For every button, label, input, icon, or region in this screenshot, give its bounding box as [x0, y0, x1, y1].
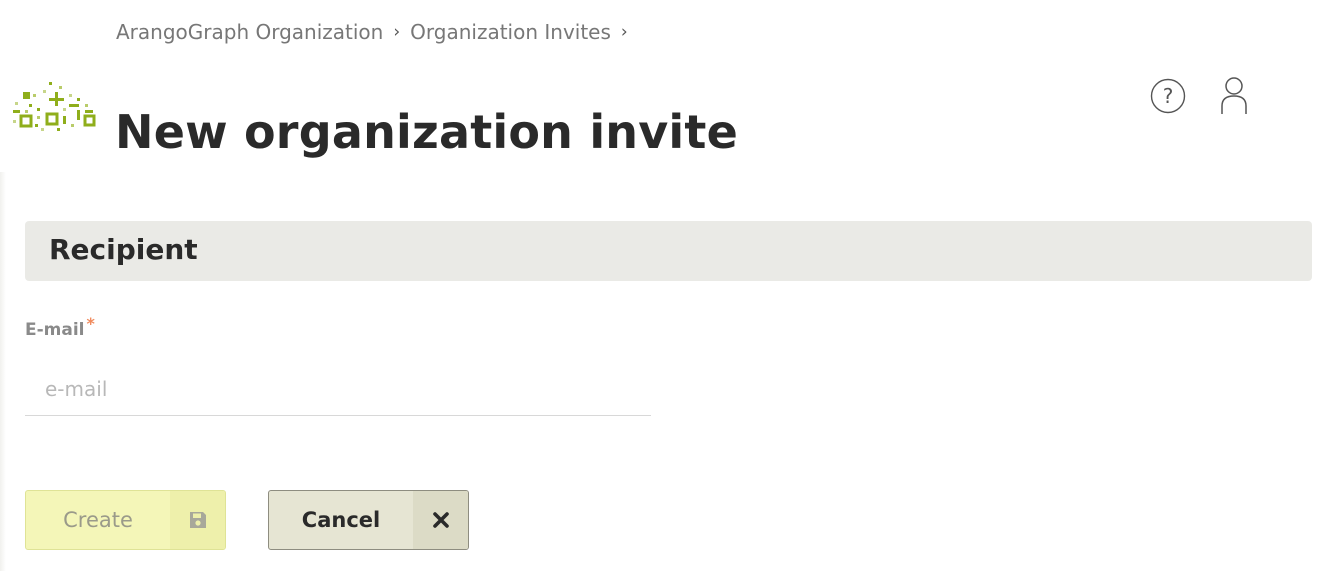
cancel-button[interactable]: Cancel [268, 490, 469, 550]
email-label-text: E-mail [25, 320, 85, 340]
recipient-section-header: Recipient [25, 221, 1312, 281]
save-icon [170, 491, 225, 549]
create-button-label: Create [63, 508, 133, 532]
breadcrumb: ArangoGraph Organization › Organization … [116, 20, 638, 44]
arangograph-logo-icon [11, 80, 99, 134]
help-circle-icon[interactable]: ? [1150, 78, 1186, 114]
breadcrumb-separator-icon: › [393, 22, 401, 42]
create-button[interactable]: Create [25, 490, 226, 550]
user-icon[interactable] [1218, 76, 1250, 116]
svg-text:?: ? [1163, 84, 1174, 108]
side-panel-edge [0, 172, 6, 571]
email-input[interactable] [25, 362, 651, 416]
cancel-button-label: Cancel [301, 508, 381, 532]
required-marker: * [86, 314, 95, 333]
breadcrumb-separator-icon: › [620, 22, 628, 42]
breadcrumb-item-invites[interactable]: Organization Invites [410, 20, 611, 44]
breadcrumb-item-organization[interactable]: ArangoGraph Organization [116, 20, 383, 44]
email-label: E-mail * [25, 314, 95, 340]
section-title: Recipient [49, 233, 198, 266]
page-title: New organization invite [115, 104, 738, 159]
close-icon [413, 491, 468, 549]
